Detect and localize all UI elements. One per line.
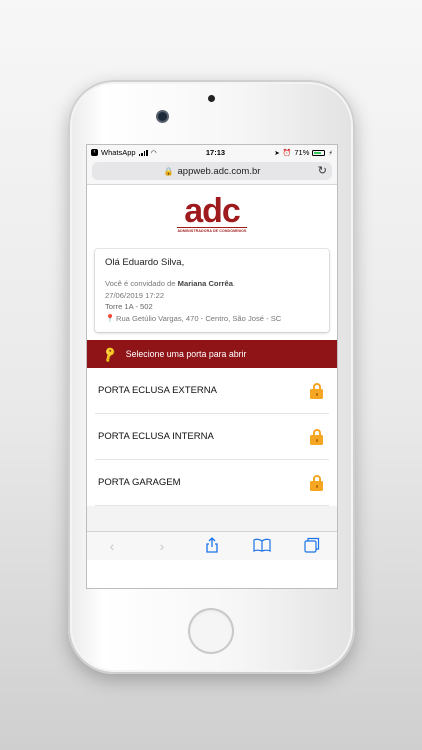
map-pin-icon: 📍 xyxy=(105,313,115,323)
secure-lock-icon: 🔒 xyxy=(163,166,174,176)
tabs-icon[interactable] xyxy=(300,537,324,556)
url-text[interactable]: appweb.adc.com.br xyxy=(178,166,261,177)
wifi-icon: ◠ xyxy=(150,149,157,157)
front-camera xyxy=(158,112,167,121)
invited-by: Você é convidado de Mariana Corrêa. xyxy=(105,279,236,288)
battery-icon xyxy=(312,149,326,156)
status-time: 17:13 xyxy=(205,148,226,157)
back-icon[interactable]: ‹ xyxy=(100,538,124,554)
invite-datetime: 27/06/2019 17:22 xyxy=(105,290,165,300)
adc-logo: adc ADMINISTRADORA DE CONDOMÍNIOS xyxy=(87,185,337,243)
door-list: PORTA ECLUSA EXTERNA PORTA ECLUSA INTERN… xyxy=(87,368,337,506)
address-bar[interactable]: 🔒 appweb.adc.com.br ↻ xyxy=(92,162,332,180)
back-app-label[interactable]: WhatsApp xyxy=(101,148,136,157)
bookmarks-icon[interactable] xyxy=(250,538,274,555)
invite-card: Olá Eduardo Silva, Você é convidado de M… xyxy=(95,249,329,332)
padlock-icon[interactable] xyxy=(310,428,323,445)
location-icon: ➤ xyxy=(274,149,280,157)
charging-icon: ⚡ xyxy=(328,149,333,157)
logo-text: adc xyxy=(184,191,241,230)
share-icon[interactable] xyxy=(200,536,224,556)
back-arrow-icon[interactable]: ‹ xyxy=(91,149,98,156)
door-label: PORTA ECLUSA EXTERNA xyxy=(98,385,217,396)
door-item[interactable]: PORTA GARAGEM xyxy=(95,460,329,506)
web-content: adc ADMINISTRADORA DE CONDOMÍNIOS Olá Ed… xyxy=(87,185,337,560)
browser-toolbar: ‹ › xyxy=(87,531,337,560)
home-button[interactable] xyxy=(188,608,234,654)
battery-percent: 71% xyxy=(294,148,310,157)
logo-subtitle: ADMINISTRADORA DE CONDOMÍNIOS xyxy=(177,226,247,233)
phone-frame: ‹ WhatsApp ◠ 17:13 ➤ ⏰ 71% ⚡ 🔒 appweb.ad… xyxy=(68,80,355,674)
banner-text: Selecione uma porta para abrir xyxy=(125,349,247,359)
select-door-banner: 🔑 Selecione uma porta para abrir xyxy=(87,340,337,368)
alarm-icon: ⏰ xyxy=(282,149,292,157)
padlock-icon[interactable] xyxy=(310,382,323,399)
door-item[interactable]: PORTA ECLUSA EXTERNA xyxy=(95,368,329,414)
forward-icon[interactable]: › xyxy=(150,538,174,554)
status-bar: ‹ WhatsApp ◠ 17:13 ➤ ⏰ 71% ⚡ xyxy=(87,145,337,160)
unit-label: Torre 1A - 502 xyxy=(105,302,153,311)
key-icon: 🔑 xyxy=(101,345,120,364)
door-label: PORTA ECLUSA INTERNA xyxy=(98,431,214,442)
door-label: PORTA GARAGEM xyxy=(98,477,181,488)
reload-icon[interactable]: ↻ xyxy=(318,164,327,177)
host-name: Mariana Corrêa xyxy=(177,279,233,288)
door-item[interactable]: PORTA ECLUSA INTERNA xyxy=(95,414,329,460)
screen: ‹ WhatsApp ◠ 17:13 ➤ ⏰ 71% ⚡ 🔒 appweb.ad… xyxy=(86,144,338,589)
address: 📍Rua Getúlio Vargas, 470 - Centro, São J… xyxy=(105,313,282,323)
signal-icon xyxy=(138,149,148,156)
greeting: Olá Eduardo Silva, xyxy=(105,257,185,268)
speaker xyxy=(208,95,215,102)
padlock-icon[interactable] xyxy=(310,474,323,491)
